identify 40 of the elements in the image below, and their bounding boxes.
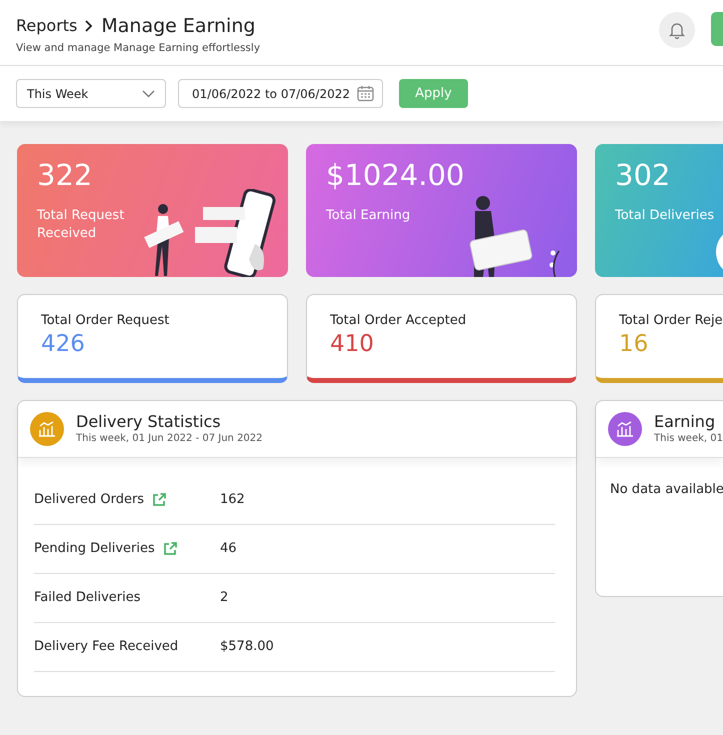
stat-label: Total Order Request: [41, 312, 170, 330]
panel-title: Delivery Statistics: [76, 412, 222, 432]
panel-subtitle: This week, 01 Jun 2022 - 07 Jun 2022: [76, 432, 263, 446]
chevron-down-icon: [142, 90, 155, 98]
stat-value: 16: [619, 330, 650, 358]
stat-label: Pending Deliveries: [34, 540, 155, 558]
stat-value: 2: [220, 589, 228, 608]
summary-label: Total Deliveries: [615, 206, 715, 225]
action-button[interactable]: [711, 12, 723, 46]
external-link-icon[interactable]: [152, 493, 166, 508]
chart-icon: [608, 412, 642, 446]
stat-label: Total Order Accepted: [330, 312, 468, 330]
date-range-field[interactable]: 01/06/2022 to 07/06/2022: [178, 79, 383, 108]
stat-label: Total Order Reje: [619, 312, 723, 330]
stat-value: $578.00: [220, 638, 274, 656]
stat-value: 46: [220, 540, 237, 558]
notification-button[interactable]: [659, 12, 695, 48]
chart-icon: [30, 412, 64, 446]
stat-label: Delivered Orders: [34, 491, 144, 510]
page-subtitle: View and manage Manage Earning effortlessly: [16, 40, 260, 56]
stat-label: Failed Deliveries: [34, 589, 141, 608]
external-link-icon[interactable]: [162, 542, 177, 556]
stat-value: 410: [330, 330, 375, 358]
summary-value: 322: [37, 158, 94, 193]
stat-value: 162: [220, 491, 245, 510]
summary-value: 302: [615, 158, 672, 193]
stat-label: Delivery Fee Received: [34, 638, 178, 656]
summary-value: $1024.00: [326, 158, 466, 193]
chevron-right-icon: [85, 20, 94, 32]
breadcrumb-link[interactable]: Reports: [16, 14, 78, 38]
summary-label: Total Request Received: [37, 206, 126, 243]
summary-label: Total Earning: [326, 206, 412, 225]
empty-message: No data available: [609, 481, 723, 500]
panel-subtitle: This week, 01: [654, 432, 723, 446]
period-dropdown[interactable]: This Week: [16, 79, 166, 108]
stat-value: 426: [41, 330, 86, 358]
bell-icon: [669, 21, 685, 39]
panel-title: Earning: [654, 412, 716, 432]
page-title: Manage Earning: [101, 14, 256, 39]
calendar-icon: [357, 85, 374, 102]
